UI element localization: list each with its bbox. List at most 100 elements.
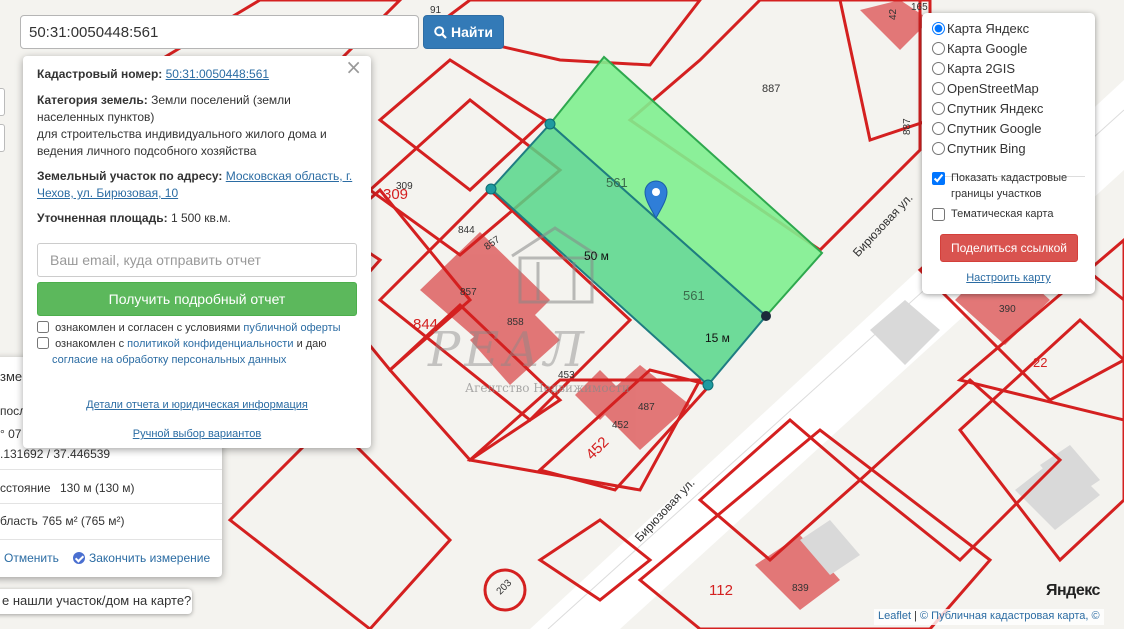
parcel-number: 487 (638, 402, 655, 413)
land-category-value-3: для строительства индивидуального жилого… (37, 127, 327, 141)
parcel-number: 390 (999, 304, 1016, 315)
email-field[interactable] (37, 243, 357, 277)
cadastral-map-source-link[interactable]: © Публичная кадастровая карта, © (920, 610, 1100, 622)
watermark-subtitle: Агентство Недвижимости (465, 381, 630, 395)
parcel-number: 887 (902, 118, 913, 135)
parcel-number: 452 (612, 420, 629, 431)
measure-coordinates-dms: ° 07 (0, 427, 22, 441)
search-button-label: Найти (451, 24, 493, 40)
layer-label: Карта Яндекс (947, 21, 1030, 36)
address-link-1[interactable]: Московская область, г. (226, 169, 352, 183)
leaflet-link[interactable]: Leaflet (878, 610, 911, 622)
layer-option-openstreetmap[interactable]: OpenStreetMap (932, 81, 1039, 96)
consent-offer-row: ознакомлен и согласен с условиями публич… (37, 320, 359, 336)
layer-radio[interactable] (932, 82, 945, 95)
layer-label: Спутник Google (947, 121, 1042, 136)
cadastral-search-input[interactable] (20, 15, 419, 49)
measure-divider (0, 539, 222, 540)
map-control-zoom[interactable] (0, 88, 5, 116)
parcel-number: 839 (792, 583, 809, 594)
parcel-number: 309 (383, 186, 409, 203)
show-cadastral-borders-checkbox[interactable] (932, 172, 945, 185)
measure-label-50: 50 м (584, 249, 609, 263)
cadastral-number-row: Кадастровый номер: 50:31:0050448:561 (37, 66, 359, 83)
get-report-button[interactable]: Получить подробный отчет (37, 282, 357, 316)
show-cadastral-borders-option[interactable]: Показать кадастровые границы участков (932, 170, 1067, 202)
layer-radio[interactable] (932, 122, 945, 135)
layer-option-2gis-map[interactable]: Карта 2GIS (932, 61, 1015, 76)
map-control-tool[interactable] (0, 124, 5, 152)
layer-radio[interactable] (932, 102, 945, 115)
parcel-number: 858 (507, 317, 524, 328)
map-settings-row: Настроить карту (922, 272, 1095, 284)
layer-option-bing-satellite[interactable]: Спутник Bing (932, 141, 1026, 156)
cadastral-number-label: Кадастровый номер: (37, 67, 163, 81)
not-found-help-link[interactable]: е нашли участок/дом на карте? (0, 589, 192, 614)
report-details-link[interactable]: Детали отчета и юридическая информация (86, 399, 308, 411)
layer-option-yandex-satellite[interactable]: Спутник Яндекс (932, 101, 1043, 116)
search-icon (434, 25, 447, 39)
consent-privacy-text-2: и даю (296, 338, 327, 350)
thematic-map-label: Тематическая карта (951, 208, 1054, 220)
cadastral-number-link[interactable]: 50:31:0050448:561 (166, 67, 269, 81)
layer-label: OpenStreetMap (947, 81, 1039, 96)
consent-privacy-checkbox[interactable] (37, 337, 49, 349)
details-link-row: Детали отчета и юридическая информация (23, 397, 371, 414)
share-link-label: Поделиться ссылкой (951, 241, 1067, 255)
measure-finish-button[interactable]: Закончить измерение (73, 551, 210, 565)
consent-privacy-text-1: ознакомлен с (55, 338, 125, 350)
measure-finish-label: Закончить измерение (89, 551, 211, 565)
land-category-value-2: населенных пунктов) (37, 110, 155, 124)
layer-option-google-map[interactable]: Карта Google (932, 41, 1027, 56)
layer-switcher-panel: Карта Яндекс Карта Google Карта 2GIS Ope… (922, 13, 1095, 294)
measure-divider (0, 503, 222, 504)
parcel-number: 42 (888, 8, 899, 20)
measure-cancel-button[interactable]: Отменить (4, 551, 59, 565)
parcel-number: 844 (458, 225, 475, 236)
area-value: 1 500 кв.м. (170, 211, 231, 225)
measure-vertex (761, 311, 771, 321)
yandex-logo: Яндекс (1046, 582, 1100, 599)
measure-distance-label: сстояние (0, 481, 51, 495)
layer-label: Карта 2GIS (947, 61, 1016, 76)
parcel-number: 112 (709, 582, 733, 599)
parcel-number: 453 (558, 370, 575, 381)
parcel-number: 22 (1033, 355, 1048, 370)
land-category-value-4: ведения личного подсобного хозяйства (37, 144, 257, 158)
search-button[interactable]: Найти (423, 15, 504, 49)
consent-offer-checkbox[interactable] (37, 321, 49, 333)
measure-coordinates: .131692 / 37.446539 (0, 447, 111, 461)
parcel-number: 887 (762, 83, 781, 95)
get-report-label: Получить подробный отчет (108, 290, 286, 307)
land-category-row: Категория земель: Земли поселений (земли… (37, 92, 359, 160)
layer-radio[interactable] (932, 22, 945, 35)
land-category-value-1: Земли поселений (земли (151, 93, 291, 107)
thematic-map-checkbox[interactable] (932, 208, 945, 221)
measure-distance-value: 130 м (130 м) (60, 481, 135, 495)
layer-radio[interactable] (932, 62, 945, 75)
measure-vertex (544, 118, 556, 130)
share-link-button[interactable]: Поделиться ссылкой (940, 234, 1078, 262)
parcel-info-popup: × Кадастровый номер: 50:31:0050448:561 К… (23, 56, 371, 448)
personal-data-consent-link[interactable]: согласие на обработку персональных данны… (52, 354, 286, 366)
layer-radio[interactable] (932, 142, 945, 155)
privacy-policy-link[interactable]: политикой конфиденциальности (127, 338, 293, 350)
layer-label: Карта Google (947, 41, 1028, 56)
thematic-map-option[interactable]: Тематическая карта (932, 206, 1053, 222)
layer-option-google-satellite[interactable]: Спутник Google (932, 121, 1042, 136)
manual-select-row: Ручной выбор вариантов (23, 426, 371, 443)
address-link-2[interactable]: Чехов, ул. Бирюзовая, 10 (37, 186, 178, 200)
layer-option-yandex-map[interactable]: Карта Яндекс (932, 21, 1029, 36)
manual-select-link[interactable]: Ручной выбор вариантов (133, 428, 261, 440)
measure-area-label: бласть (0, 514, 38, 528)
layer-label: Спутник Bing (947, 141, 1026, 156)
help-text: е нашли участок/дом на карте? (2, 593, 192, 608)
measure-vertex (702, 379, 714, 391)
address-label: Земельный участок по адресу: (37, 169, 223, 183)
parcel-number: 844 (413, 316, 439, 333)
public-offer-link[interactable]: публичной оферты (243, 322, 340, 334)
attribution-separator: | (914, 610, 917, 622)
map-settings-link[interactable]: Настроить карту (966, 272, 1051, 284)
layer-radio[interactable] (932, 42, 945, 55)
area-label: Уточненная площадь: (37, 211, 168, 225)
